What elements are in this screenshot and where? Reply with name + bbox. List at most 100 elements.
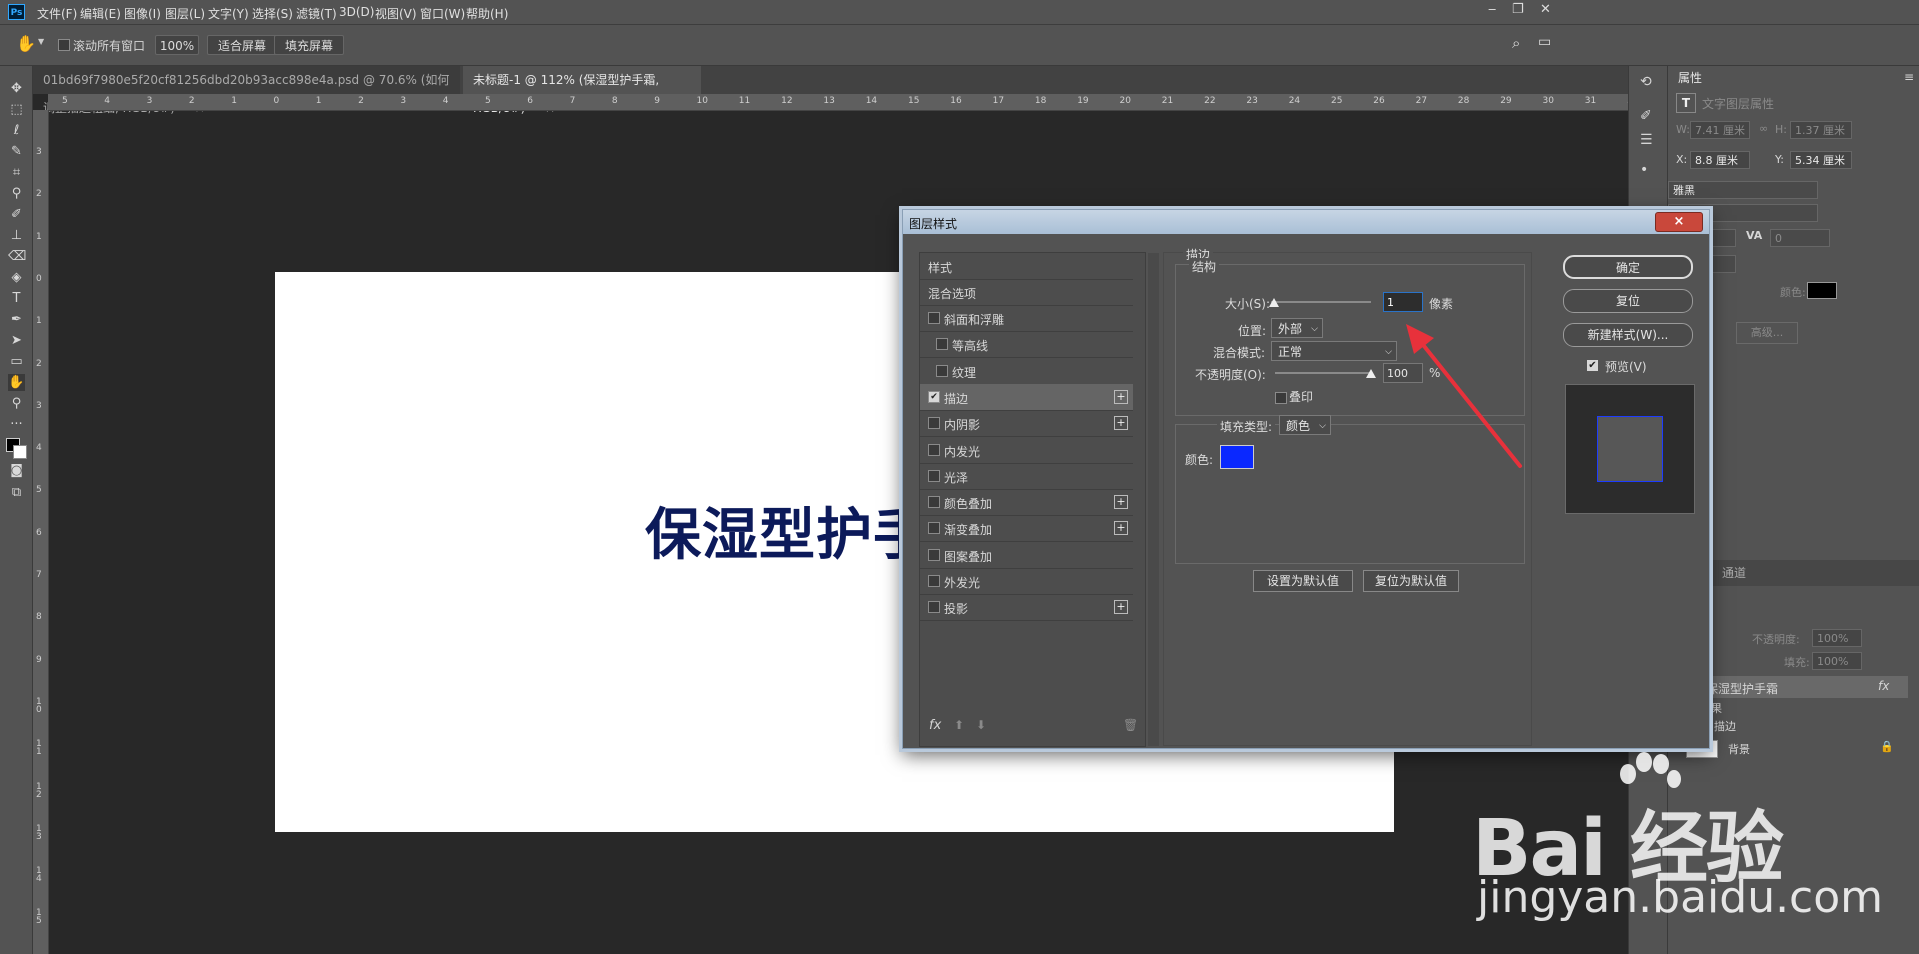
pen-tool-icon[interactable]: ✒ (8, 311, 25, 328)
menu-select[interactable]: 选择(S) (252, 5, 293, 22)
style-item-3[interactable]: 纹理 (920, 358, 1133, 385)
menu-view[interactable]: 视图(V) (375, 5, 417, 22)
tab-psd-document[interactable]: 01bd69f7980e5f20cf81256dbd20b93acc898e4a… (33, 66, 460, 115)
style-checkbox[interactable] (928, 312, 940, 324)
style-checkbox[interactable] (936, 338, 948, 351)
style-item-7[interactable]: 光泽 (920, 463, 1133, 490)
eyedropper-tool-icon[interactable]: ⚲ (8, 185, 25, 202)
zoom-100-button[interactable]: 100% (155, 35, 199, 55)
restore-icon[interactable]: ❐ (1512, 2, 1524, 17)
style-checkbox[interactable] (928, 469, 940, 482)
background-color-swatch[interactable] (13, 445, 27, 459)
size-input[interactable]: 1 (1383, 292, 1423, 312)
path-select-tool-icon[interactable]: ➤ (8, 332, 25, 349)
dialog-close-button[interactable]: × (1655, 212, 1703, 232)
workspace-icon[interactable]: ▭ (1538, 34, 1551, 50)
tracking-select[interactable]: 0 (1770, 229, 1830, 247)
add-effect-plus-icon[interactable]: + (1114, 416, 1128, 431)
reset-button[interactable]: 复位 (1563, 289, 1693, 313)
add-effect-plus-icon[interactable]: + (1114, 521, 1128, 536)
new-style-button[interactable]: 新建样式(W)... (1563, 323, 1693, 347)
style-checkbox[interactable] (928, 548, 940, 561)
style-checkbox[interactable] (936, 364, 948, 377)
style-item-1[interactable]: 斜面和浮雕 (920, 305, 1133, 332)
styles-header[interactable]: 样式 (920, 253, 1133, 280)
style-item-5[interactable]: 内阴影 + (920, 410, 1133, 438)
menu-image[interactable]: 图像(I) (124, 5, 161, 22)
menu-type[interactable]: 文字(Y) (208, 5, 249, 22)
delete-effect-icon[interactable]: 🗑 (1123, 718, 1138, 732)
quick-select-tool-icon[interactable]: ✎ (8, 143, 25, 160)
preview-checkbox[interactable]: ✔ (1587, 360, 1598, 371)
fill-screen-button[interactable]: 填充屏幕 (274, 35, 345, 55)
style-item-10[interactable]: 图案叠加 (920, 542, 1133, 569)
dialog-titlebar[interactable]: 图层样式 × (903, 210, 1709, 234)
menu-filter[interactable]: 滤镜(T) (296, 5, 337, 22)
add-effect-plus-icon[interactable]: + (1114, 600, 1128, 615)
layer-fill-field[interactable]: 100% (1812, 652, 1862, 670)
rectangle-tool-icon[interactable]: ▭ (8, 353, 25, 370)
menu-edit[interactable]: 编辑(E) (80, 5, 121, 22)
minimize-icon[interactable]: ‒ (1488, 2, 1496, 17)
stroke-color-swatch[interactable] (1220, 445, 1254, 469)
eraser-tool-icon[interactable]: ⌫ (8, 248, 26, 265)
style-checkbox[interactable] (928, 496, 940, 509)
advanced-button[interactable]: 高级... (1736, 322, 1798, 344)
layer-opacity-field[interactable]: 100% (1812, 629, 1862, 647)
chevron-down-icon[interactable]: ▼ (38, 37, 44, 46)
menu-help[interactable]: 帮助(H) (466, 5, 508, 22)
tab-channels[interactable]: 通道 (1712, 561, 1756, 585)
fx-menu-icon[interactable]: fx (929, 718, 941, 733)
styles-scrollbar[interactable] (1148, 253, 1159, 746)
text-color-swatch[interactable] (1807, 282, 1837, 299)
style-item-9[interactable]: 渐变叠加 + (920, 515, 1133, 543)
overprint-checkbox[interactable] (1275, 390, 1287, 404)
style-item-4[interactable]: ✔ 描边 + (920, 383, 1133, 411)
type-tool-icon[interactable]: T (8, 290, 25, 307)
tab-properties[interactable]: 属性 (1668, 66, 1713, 90)
menu-window[interactable]: 窗口(W) (420, 5, 465, 22)
link-icon[interactable]: ∞ (1759, 122, 1768, 135)
tab-untitled-document[interactable]: 未标题-1 @ 112% (保湿型护手霜, RGB/8#) * × (463, 66, 701, 115)
size-slider-track[interactable] (1271, 301, 1371, 303)
size-slider-knob[interactable] (1269, 298, 1279, 307)
lasso-tool-icon[interactable]: ℓ (8, 122, 25, 139)
paint-bucket-tool-icon[interactable]: ◈ (8, 269, 25, 286)
reset-default-button[interactable]: 复位为默认值 (1363, 570, 1459, 592)
brush-tool-icon[interactable]: ✐ (8, 206, 25, 223)
quick-mask-icon[interactable]: ◙ (8, 462, 25, 479)
style-checkbox[interactable] (928, 443, 940, 456)
style-checkbox[interactable] (928, 522, 940, 535)
history-icon[interactable]: ⟲ (1640, 74, 1652, 90)
style-checkbox[interactable]: ✔ (928, 390, 940, 403)
menu-file[interactable]: 文件(F) (37, 5, 77, 22)
style-item-12[interactable]: 投影 + (920, 594, 1133, 622)
blend-options-item[interactable]: 混合选项 (920, 279, 1133, 306)
screen-mode-icon[interactable]: ⧉ (8, 484, 25, 501)
menu-layer[interactable]: 图层(L) (165, 5, 205, 22)
opacity-slider-track[interactable] (1275, 372, 1371, 374)
style-item-11[interactable]: 外发光 (920, 568, 1133, 595)
style-item-6[interactable]: 内发光 (920, 437, 1133, 464)
search-icon[interactable]: ⌕ (1512, 34, 1520, 52)
add-effect-plus-icon[interactable]: + (1114, 495, 1128, 510)
panel-menu-icon[interactable]: ≡ (1904, 70, 1914, 84)
move-tool-icon[interactable]: ✥ (8, 80, 25, 97)
style-item-8[interactable]: 颜色叠加 + (920, 489, 1133, 517)
paragraph-icon[interactable]: • (1640, 162, 1648, 178)
fit-screen-button[interactable]: 适合屏幕 (207, 35, 278, 55)
menu-3d[interactable]: 3D(D) (339, 5, 374, 19)
zoom-tool-icon[interactable]: ⚲ (8, 395, 25, 412)
hand-tool-icon[interactable]: ✋ (16, 34, 36, 53)
width-field[interactable]: 7.41 厘米 (1690, 121, 1750, 139)
add-effect-plus-icon[interactable]: + (1114, 389, 1128, 404)
style-checkbox[interactable] (928, 575, 940, 587)
layer-fx-icon[interactable]: fx (1878, 679, 1889, 693)
y-field[interactable]: 5.34 厘米 (1790, 151, 1852, 169)
adjustments-icon[interactable]: ☰ (1640, 132, 1653, 148)
ok-button[interactable]: 确定 (1563, 255, 1693, 279)
fill-type-select[interactable]: 颜色 ⌵ (1279, 415, 1331, 435)
position-select[interactable]: 外部 ⌵ (1271, 318, 1323, 338)
brush-settings-icon[interactable]: ✐ (1640, 108, 1652, 124)
more-tools-icon[interactable]: ··· (8, 416, 25, 433)
